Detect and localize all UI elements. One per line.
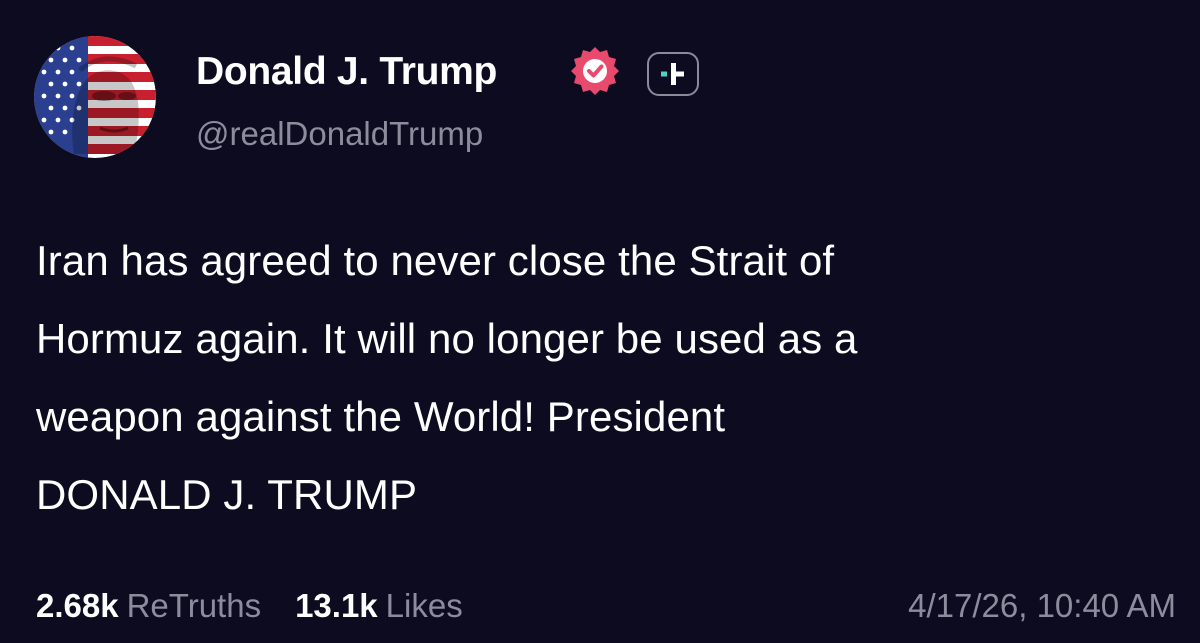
verified-badge-icon	[570, 46, 620, 96]
retruths-count: 2.68k	[36, 587, 119, 624]
avatar-image	[34, 36, 156, 158]
post-timestamp: 4/17/26, 10:40 AM	[908, 587, 1176, 624]
post-text: Iran has agreed to never close the Strai…	[36, 222, 1166, 534]
user-handle[interactable]: @realDonaldTrump	[196, 112, 483, 156]
avatar[interactable]	[34, 36, 156, 158]
post-text-line: Hormuz again. It will no longer be used …	[36, 315, 858, 362]
post-text-line: Iran has agreed to never close the Strai…	[36, 237, 835, 284]
post-text-line: DONALD J. TRUMP	[36, 471, 418, 518]
plus-badge-icon[interactable]	[647, 52, 699, 96]
likes-count: 13.1k	[295, 587, 378, 624]
post-text-line: weapon against the World! President	[36, 393, 726, 440]
plus-icon	[661, 63, 684, 85]
retruths-label: ReTruths	[126, 587, 262, 624]
display-name[interactable]: Donald J. Trump	[196, 48, 497, 96]
post-stats: 2.68k ReTruths 13.1k Likes	[36, 584, 463, 628]
likes-stat[interactable]: 13.1k Likes	[295, 584, 463, 628]
retruths-stat[interactable]: 2.68k ReTruths	[36, 584, 261, 628]
likes-label: Likes	[385, 587, 463, 624]
post-card: Donald J. Trump @realDonaldTrump Iran ha…	[0, 0, 1200, 643]
